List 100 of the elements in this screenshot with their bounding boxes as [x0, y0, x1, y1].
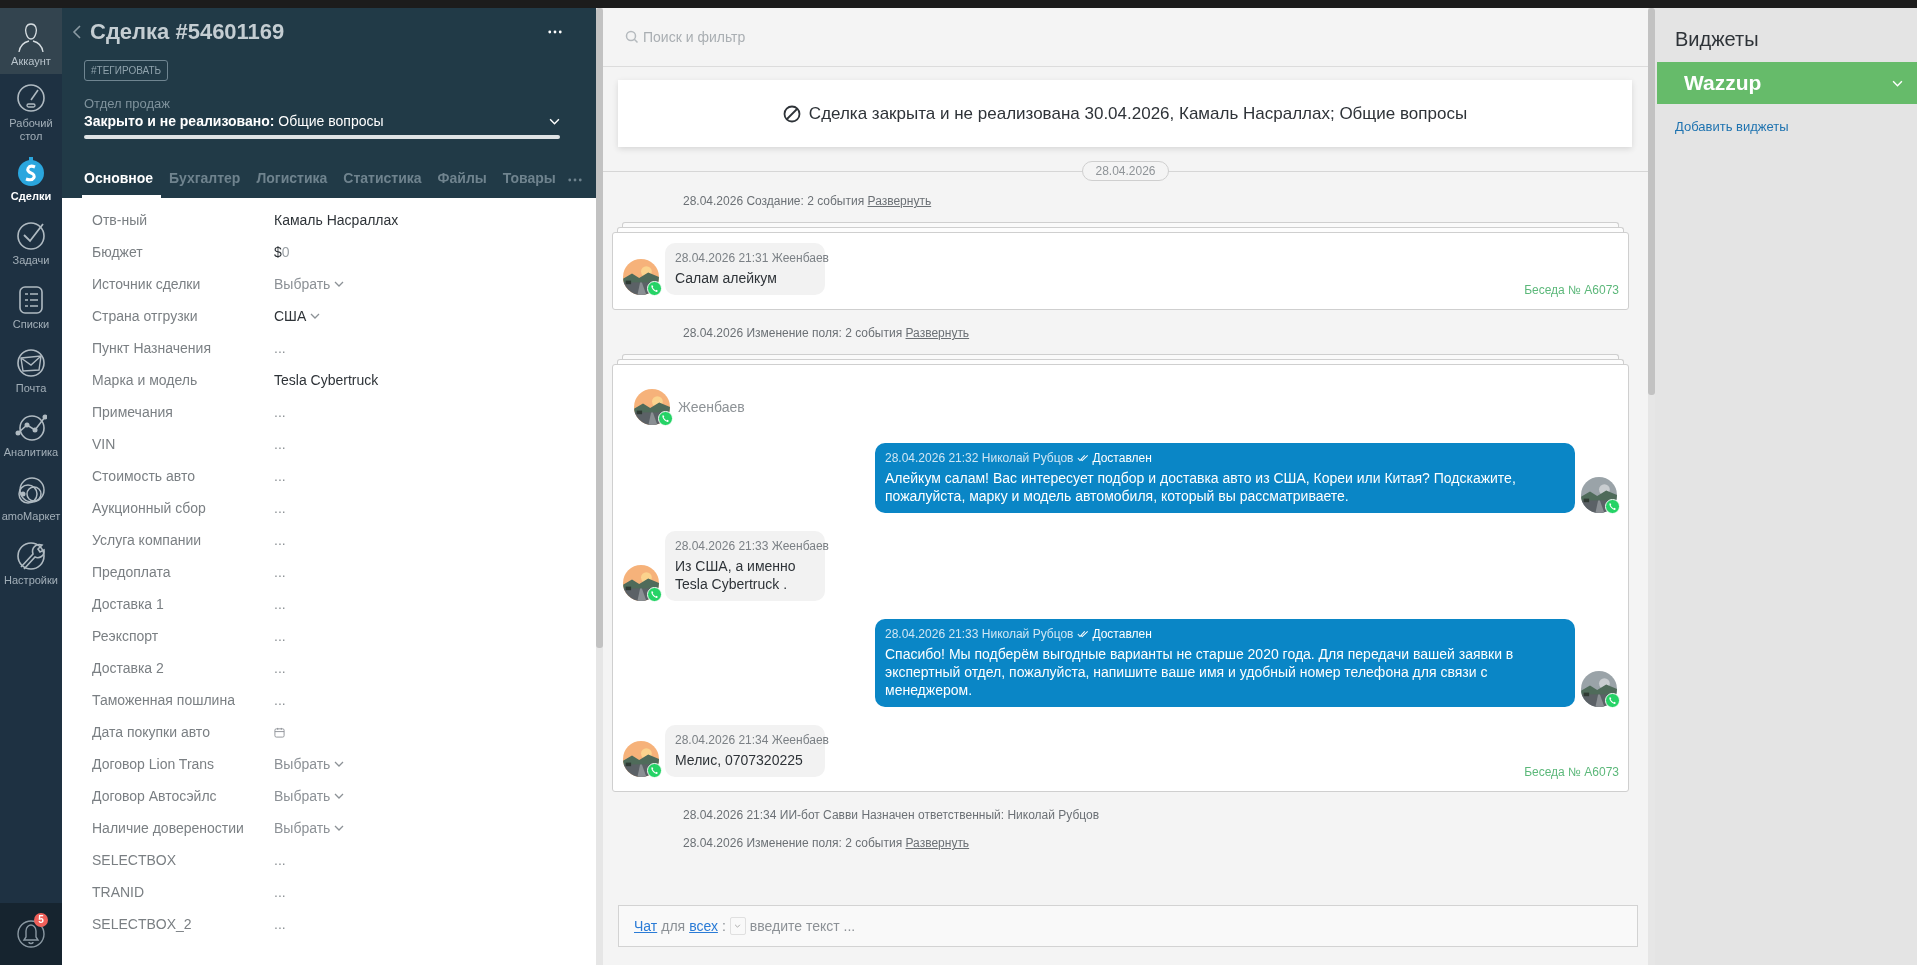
field-value[interactable]: ... — [274, 564, 286, 580]
field-value[interactable]: $0 — [274, 244, 290, 260]
deal-title: Сделка #54601169 — [90, 19, 286, 45]
field-label: Таможенная пошлина — [92, 692, 236, 708]
chat-icon — [1605, 499, 1620, 514]
event-note: 28.04.2026 21:34 ИИ-бот Савви Назначен ответственный: Николай Рубцов — [682, 808, 1101, 822]
nav-item[interactable]: Задачи — [0, 211, 62, 275]
field-label: Услуга компании — [92, 532, 203, 548]
scrollbar[interactable] — [1648, 8, 1655, 965]
field-value[interactable]: ... — [274, 916, 286, 932]
expand-link[interactable]: Развернуть — [905, 836, 970, 850]
chat-icon — [647, 763, 662, 778]
select-field[interactable]: Выбрать — [274, 756, 345, 772]
nav-item[interactable]: Почта — [0, 339, 62, 403]
field-value[interactable]: Tesla Cybertruck — [274, 372, 379, 388]
back-icon[interactable] — [72, 25, 82, 39]
field-value[interactable]: ... — [274, 884, 286, 900]
audience-link[interactable]: всех — [689, 918, 718, 934]
deal-status[interactable]: Закрыто и не реализовано: Общие вопросы — [84, 113, 549, 129]
field-value[interactable]: ... — [274, 628, 286, 644]
date-pill: 28.04.2026 — [1082, 161, 1169, 181]
nav-item[interactable]: Настройки — [0, 531, 62, 595]
channel-link[interactable]: Чат — [634, 918, 658, 934]
mail-icon — [15, 347, 47, 379]
tab[interactable]: Бухгалтер — [161, 170, 249, 198]
caret-icon — [334, 793, 345, 799]
select-field[interactable]: Выбрать — [274, 820, 345, 836]
check-icon — [15, 219, 47, 251]
field-label: SELECTBOX_2 — [92, 916, 193, 932]
gauge-icon — [15, 82, 47, 114]
field-value[interactable]: ... — [274, 436, 286, 452]
conversation-label[interactable]: Беседа № A6073 — [1524, 283, 1619, 297]
deal-icon — [15, 155, 47, 187]
person-icon — [16, 21, 46, 53]
caret-icon — [334, 825, 345, 831]
search-field[interactable]: Поиск и фильтр — [603, 8, 1648, 67]
event-note: 28.04.2026 Изменение поля: 2 события Развернуть — [682, 326, 971, 340]
tab[interactable]: Основное — [82, 170, 162, 198]
tab[interactable]: Логистика — [248, 170, 336, 198]
select-field[interactable]: США — [274, 308, 321, 324]
field-value[interactable]: Камаль Насраллах — [274, 212, 399, 228]
nav-item[interactable]: Аналитика — [0, 403, 62, 467]
field-label: Пункт Назначения — [92, 340, 212, 356]
nav-item[interactable]: Рабочий стол — [0, 74, 62, 147]
tag-button[interactable]: #ТЕГИРОВАТЬ — [84, 60, 169, 81]
double-check-icon — [1077, 630, 1090, 638]
add-widgets-link[interactable]: Добавить виджеты — [1655, 104, 1917, 134]
chat-icon — [647, 281, 662, 296]
field-label: Марка и модель — [92, 372, 199, 388]
tab[interactable]: Товары — [494, 170, 564, 198]
widget-header[interactable]: Wazzup — [1657, 62, 1917, 104]
event-note: 28.04.2026 Изменение поля: 2 события Развернуть — [682, 836, 971, 850]
caret-icon — [310, 313, 321, 319]
field-label: TRANID — [92, 884, 146, 900]
more-icon[interactable] — [548, 30, 562, 34]
expand-link[interactable]: Развернуть — [867, 194, 932, 208]
nav-item[interactable]: Сделки — [0, 147, 62, 211]
field-value[interactable]: ... — [274, 852, 286, 868]
field-label: Отв-ный — [92, 212, 148, 228]
search-icon — [625, 30, 639, 44]
field-value[interactable]: ... — [274, 660, 286, 676]
chat-composer[interactable]: Чат для всех : введите текст ... — [618, 905, 1638, 947]
scrollbar[interactable] — [596, 8, 603, 965]
tab[interactable]: Файлы — [429, 170, 495, 198]
select-field[interactable]: Выбрать — [274, 788, 345, 804]
field-value[interactable]: ... — [274, 532, 286, 548]
notification-badge: 5 — [34, 913, 48, 927]
chat-icon — [647, 587, 662, 602]
field-label: Стоимость авто — [92, 468, 196, 484]
caret-icon — [334, 761, 345, 767]
event-note: 28.04.2026 Создание: 2 события Развернуть — [682, 194, 933, 208]
message-bubble: 28.04.2026 21:33 Николай Рубцов Доставлен Спасибо! Мы подберём выгодные варианты не старше 2020 года. Для передачи вашей заявки в экспертный отдел, пожалуйста, напишите ваше имя и удобный номер телефона для связи с менеджером. — [875, 619, 1575, 707]
field-label: Аукционный сбор — [92, 500, 207, 516]
circles-icon — [15, 475, 47, 507]
nav-item[interactable]: Списки — [0, 275, 62, 339]
field-label: Примечания — [92, 404, 174, 420]
pipeline-name: Отдел продаж — [84, 96, 171, 111]
conversation-label[interactable]: Беседа № A6073 — [1524, 765, 1619, 779]
calendar-icon[interactable] — [274, 726, 285, 738]
field-value[interactable]: ... — [274, 692, 286, 708]
nav-item[interactable]: amoМаркет — [0, 467, 62, 531]
field-label: Доставка 1 — [92, 596, 165, 612]
composer-text: для — [661, 918, 686, 934]
field-label: Реэкспорт — [92, 628, 160, 644]
select-field[interactable]: Выбрать — [274, 276, 345, 292]
field-label: Бюджет — [92, 244, 144, 260]
field-label: Страна отгрузки — [92, 308, 199, 324]
field-value[interactable]: ... — [274, 500, 286, 516]
author-name: Жеенбаев — [678, 399, 745, 415]
caret-icon — [549, 117, 560, 125]
field-value[interactable]: ... — [274, 468, 286, 484]
field-label: Предоплата — [92, 564, 172, 580]
account-button[interactable]: Аккаунт — [0, 8, 62, 74]
tab[interactable]: Статистика — [335, 170, 430, 198]
banner-text: Сделка закрыта и не реализована 30.04.2026, Камаль Насраллах; Общие вопросы — [808, 103, 1468, 124]
expand-link[interactable]: Развернуть — [905, 326, 970, 340]
field-label: Договор Автосэйлс — [92, 788, 218, 804]
field-value[interactable]: ... — [274, 340, 286, 356]
field-value[interactable]: ... — [274, 596, 286, 612]
field-value[interactable]: ... — [274, 404, 286, 420]
